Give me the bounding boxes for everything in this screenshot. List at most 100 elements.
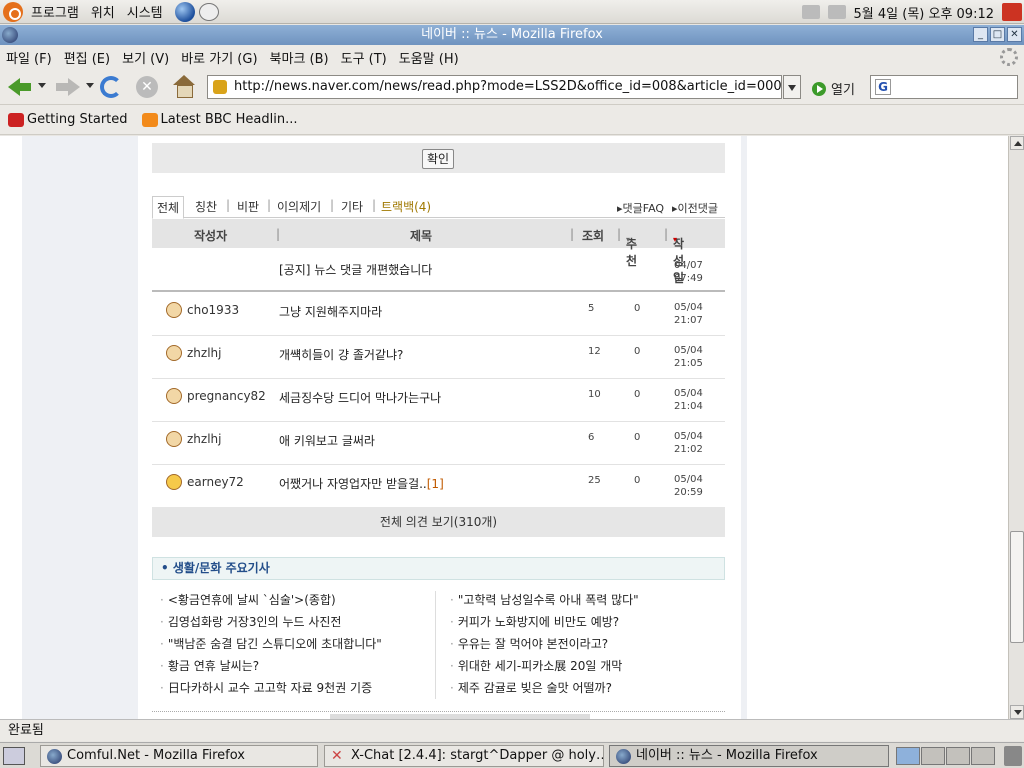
home-button[interactable] [173, 75, 195, 98]
taskbar: Comful.Net - Mozilla Firefox ✕ X-Chat [2… [0, 742, 1024, 768]
maximize-button[interactable]: □ [990, 27, 1005, 42]
previous-comments-link[interactable]: ▸이전댓글 [672, 200, 718, 216]
list-item[interactable]: 우유는 잘 먹어야 본전이라고? [450, 633, 639, 655]
comment-author[interactable]: pregnancy82 [187, 389, 266, 403]
back-button[interactable] [6, 74, 32, 100]
forward-history-dropdown-icon[interactable] [86, 83, 94, 88]
comment-title[interactable]: 그냥 지원해주지마라 [279, 303, 382, 320]
tab-criticism[interactable]: 비판 [237, 198, 259, 215]
list-item[interactable]: 日다카하시 교수 고고학 자료 9천권 기증 [160, 677, 382, 699]
window-titlebar[interactable]: 네이버 :: 뉴스 - Mozilla Firefox _ □ ✕ [0, 25, 1024, 45]
workspace-3[interactable] [946, 747, 970, 765]
menu-file[interactable]: 파일 (F) [0, 48, 58, 67]
scroll-down-button[interactable] [1010, 705, 1024, 719]
left-margin-band [22, 136, 138, 719]
tab-separator: | [330, 198, 335, 212]
tab-objection[interactable]: 이의제기 [277, 198, 321, 215]
menu-tools[interactable]: 도구 (T) [335, 48, 393, 67]
list-item[interactable]: 황금 연휴 날씨는? [160, 655, 382, 677]
comment-faq-link[interactable]: ▸댓글FAQ [617, 200, 664, 216]
confirm-button[interactable]: 확인 [422, 149, 455, 169]
mail-launcher-icon[interactable] [198, 2, 219, 21]
site-favicon-icon [213, 80, 227, 94]
comment-author[interactable]: cho1933 [187, 303, 239, 317]
stop-button[interactable]: ✕ [136, 76, 158, 98]
notice-row[interactable]: [공지] 뉴스 댓글 개편했습니다 04/07 07:49 [152, 249, 725, 292]
ubuntu-logo-icon[interactable] [3, 1, 23, 22]
vertical-scrollbar[interactable] [1008, 136, 1024, 719]
taskbar-item-naver[interactable]: 네이버 :: 뉴스 - Mozilla Firefox [609, 745, 889, 767]
tab-other[interactable]: 기타 [341, 198, 363, 215]
list-item[interactable]: 김영섭화랑 거장3인의 누드 사진전 [160, 611, 382, 633]
bookmark-bbc-headlines[interactable]: Latest BBC Headlin... [141, 112, 298, 127]
menubar: 파일 (F) 편집 (E) 보기 (V) 바로 가기 (G) 북마크 (B) 도… [0, 45, 1024, 69]
url-input[interactable]: http://news.naver.com/news/read.php?mode… [207, 75, 782, 99]
list-item[interactable]: 커피가 노화방지에 비만도 예방? [450, 611, 639, 633]
panel-menu-places[interactable]: 위치 [85, 2, 121, 21]
comment-title[interactable]: 개썍히들이 걍 졸거같냐? [279, 346, 403, 363]
firefox-launcher-icon[interactable] [174, 1, 195, 22]
volume-icon[interactable] [827, 5, 846, 19]
taskbar-item-comful[interactable]: Comful.Net - Mozilla Firefox [40, 745, 318, 767]
list-item[interactable]: <황금연휴에 날씨 `심술'>(종합) [160, 589, 382, 611]
comment-date: 05/04 21:04 [674, 388, 703, 412]
comment-title[interactable]: 어쨌거나 자영업자만 받을걸..[1] [279, 475, 444, 492]
tab-praise[interactable]: 칭찬 [195, 198, 217, 215]
network-icon[interactable] [801, 5, 820, 19]
comment-recommend: 0 [634, 475, 641, 486]
notice-title[interactable]: [공지] 뉴스 댓글 개편했습니다 [279, 261, 432, 278]
divider [152, 711, 725, 712]
tab-trackback[interactable]: 트랙백(4) [381, 198, 431, 215]
tab-all[interactable]: 전체 [152, 196, 185, 219]
navigation-toolbar: ✕ http://news.naver.com/news/read.php?mo… [0, 69, 1024, 105]
list-item[interactable]: 제주 감귤로 빚은 술맛 어떨까? [450, 677, 639, 699]
google-search-engine-icon[interactable]: G [875, 79, 891, 95]
list-item[interactable]: "백남준 숨결 담긴 스튜디오에 초대합니다" [160, 633, 382, 655]
url-dropdown-button[interactable] [783, 75, 801, 99]
panel-menu-applications[interactable]: 프로그램 [25, 2, 85, 21]
bookmark-getting-started[interactable]: Getting Started [8, 112, 128, 127]
back-history-dropdown-icon[interactable] [38, 83, 46, 88]
reply-count: [1] [426, 477, 444, 491]
show-desktop-icon[interactable] [3, 747, 25, 765]
workspace-4[interactable] [971, 747, 995, 765]
comment-title[interactable]: 애 키워보고 글써라 [279, 432, 375, 449]
menu-go[interactable]: 바로 가기 (G) [175, 48, 263, 67]
forward-button[interactable] [54, 74, 80, 100]
taskbar-item-xchat[interactable]: ✕ X-Chat [2.4.4]: stargt^Dapper @ holy… [324, 745, 604, 767]
trash-icon[interactable] [1004, 746, 1022, 766]
workspace-1[interactable] [896, 747, 920, 765]
comment-author[interactable]: earney72 [187, 475, 244, 489]
scrollbar-thumb[interactable] [1010, 531, 1024, 643]
comment-author[interactable]: zhzlhj [187, 432, 221, 446]
comment-author[interactable]: zhzlhj [187, 346, 221, 360]
clock[interactable]: 5월 4일 (목) 오후 09:12 [854, 3, 994, 22]
table-row: zhzlhj 애 키워보고 글써라 6 0 05/04 21:02 [152, 422, 725, 465]
list-item[interactable]: "고학력 남성일수록 아내 폭력 많다" [450, 589, 639, 611]
menu-bookmarks[interactable]: 북마크 (B) [264, 48, 335, 67]
menu-view[interactable]: 보기 (V) [116, 48, 175, 67]
comment-title[interactable]: 세금징수당 드디어 막나가는구나 [279, 389, 441, 406]
minimize-button[interactable]: _ [973, 27, 988, 42]
section-title: • 생활/문화 주요기사 [152, 557, 725, 580]
comment-recommend: 0 [634, 389, 641, 400]
logout-icon[interactable] [1002, 3, 1022, 21]
reload-button[interactable] [100, 76, 122, 98]
view-all-comments-button[interactable]: 전체 의견 보기(310개) [152, 507, 725, 537]
rss-feed-icon [141, 112, 158, 127]
menu-help[interactable]: 도움말 (H) [393, 48, 465, 67]
url-text: http://news.naver.com/news/read.php?mode… [234, 79, 782, 94]
panel-menu-system[interactable]: 시스템 [121, 2, 169, 21]
header-views[interactable]: 조회 [582, 227, 604, 244]
list-item[interactable]: 위대한 세기-피카소展 20일 개막 [450, 655, 639, 677]
close-button[interactable]: ✕ [1007, 27, 1022, 42]
scroll-up-button[interactable] [1010, 136, 1024, 150]
menu-edit[interactable]: 편집 (E) [58, 48, 116, 67]
sort-arrow-active-icon: ▾ [673, 235, 678, 244]
search-input[interactable]: G [870, 75, 1018, 99]
table-row: pregnancy82 세금징수당 드디어 막나가는구나 10 0 05/04 2… [152, 379, 725, 422]
tab-separator: | [267, 198, 272, 212]
go-button[interactable]: 열기 [812, 79, 855, 98]
workspace-2[interactable] [921, 747, 945, 765]
comment-recommend: 0 [634, 432, 641, 443]
